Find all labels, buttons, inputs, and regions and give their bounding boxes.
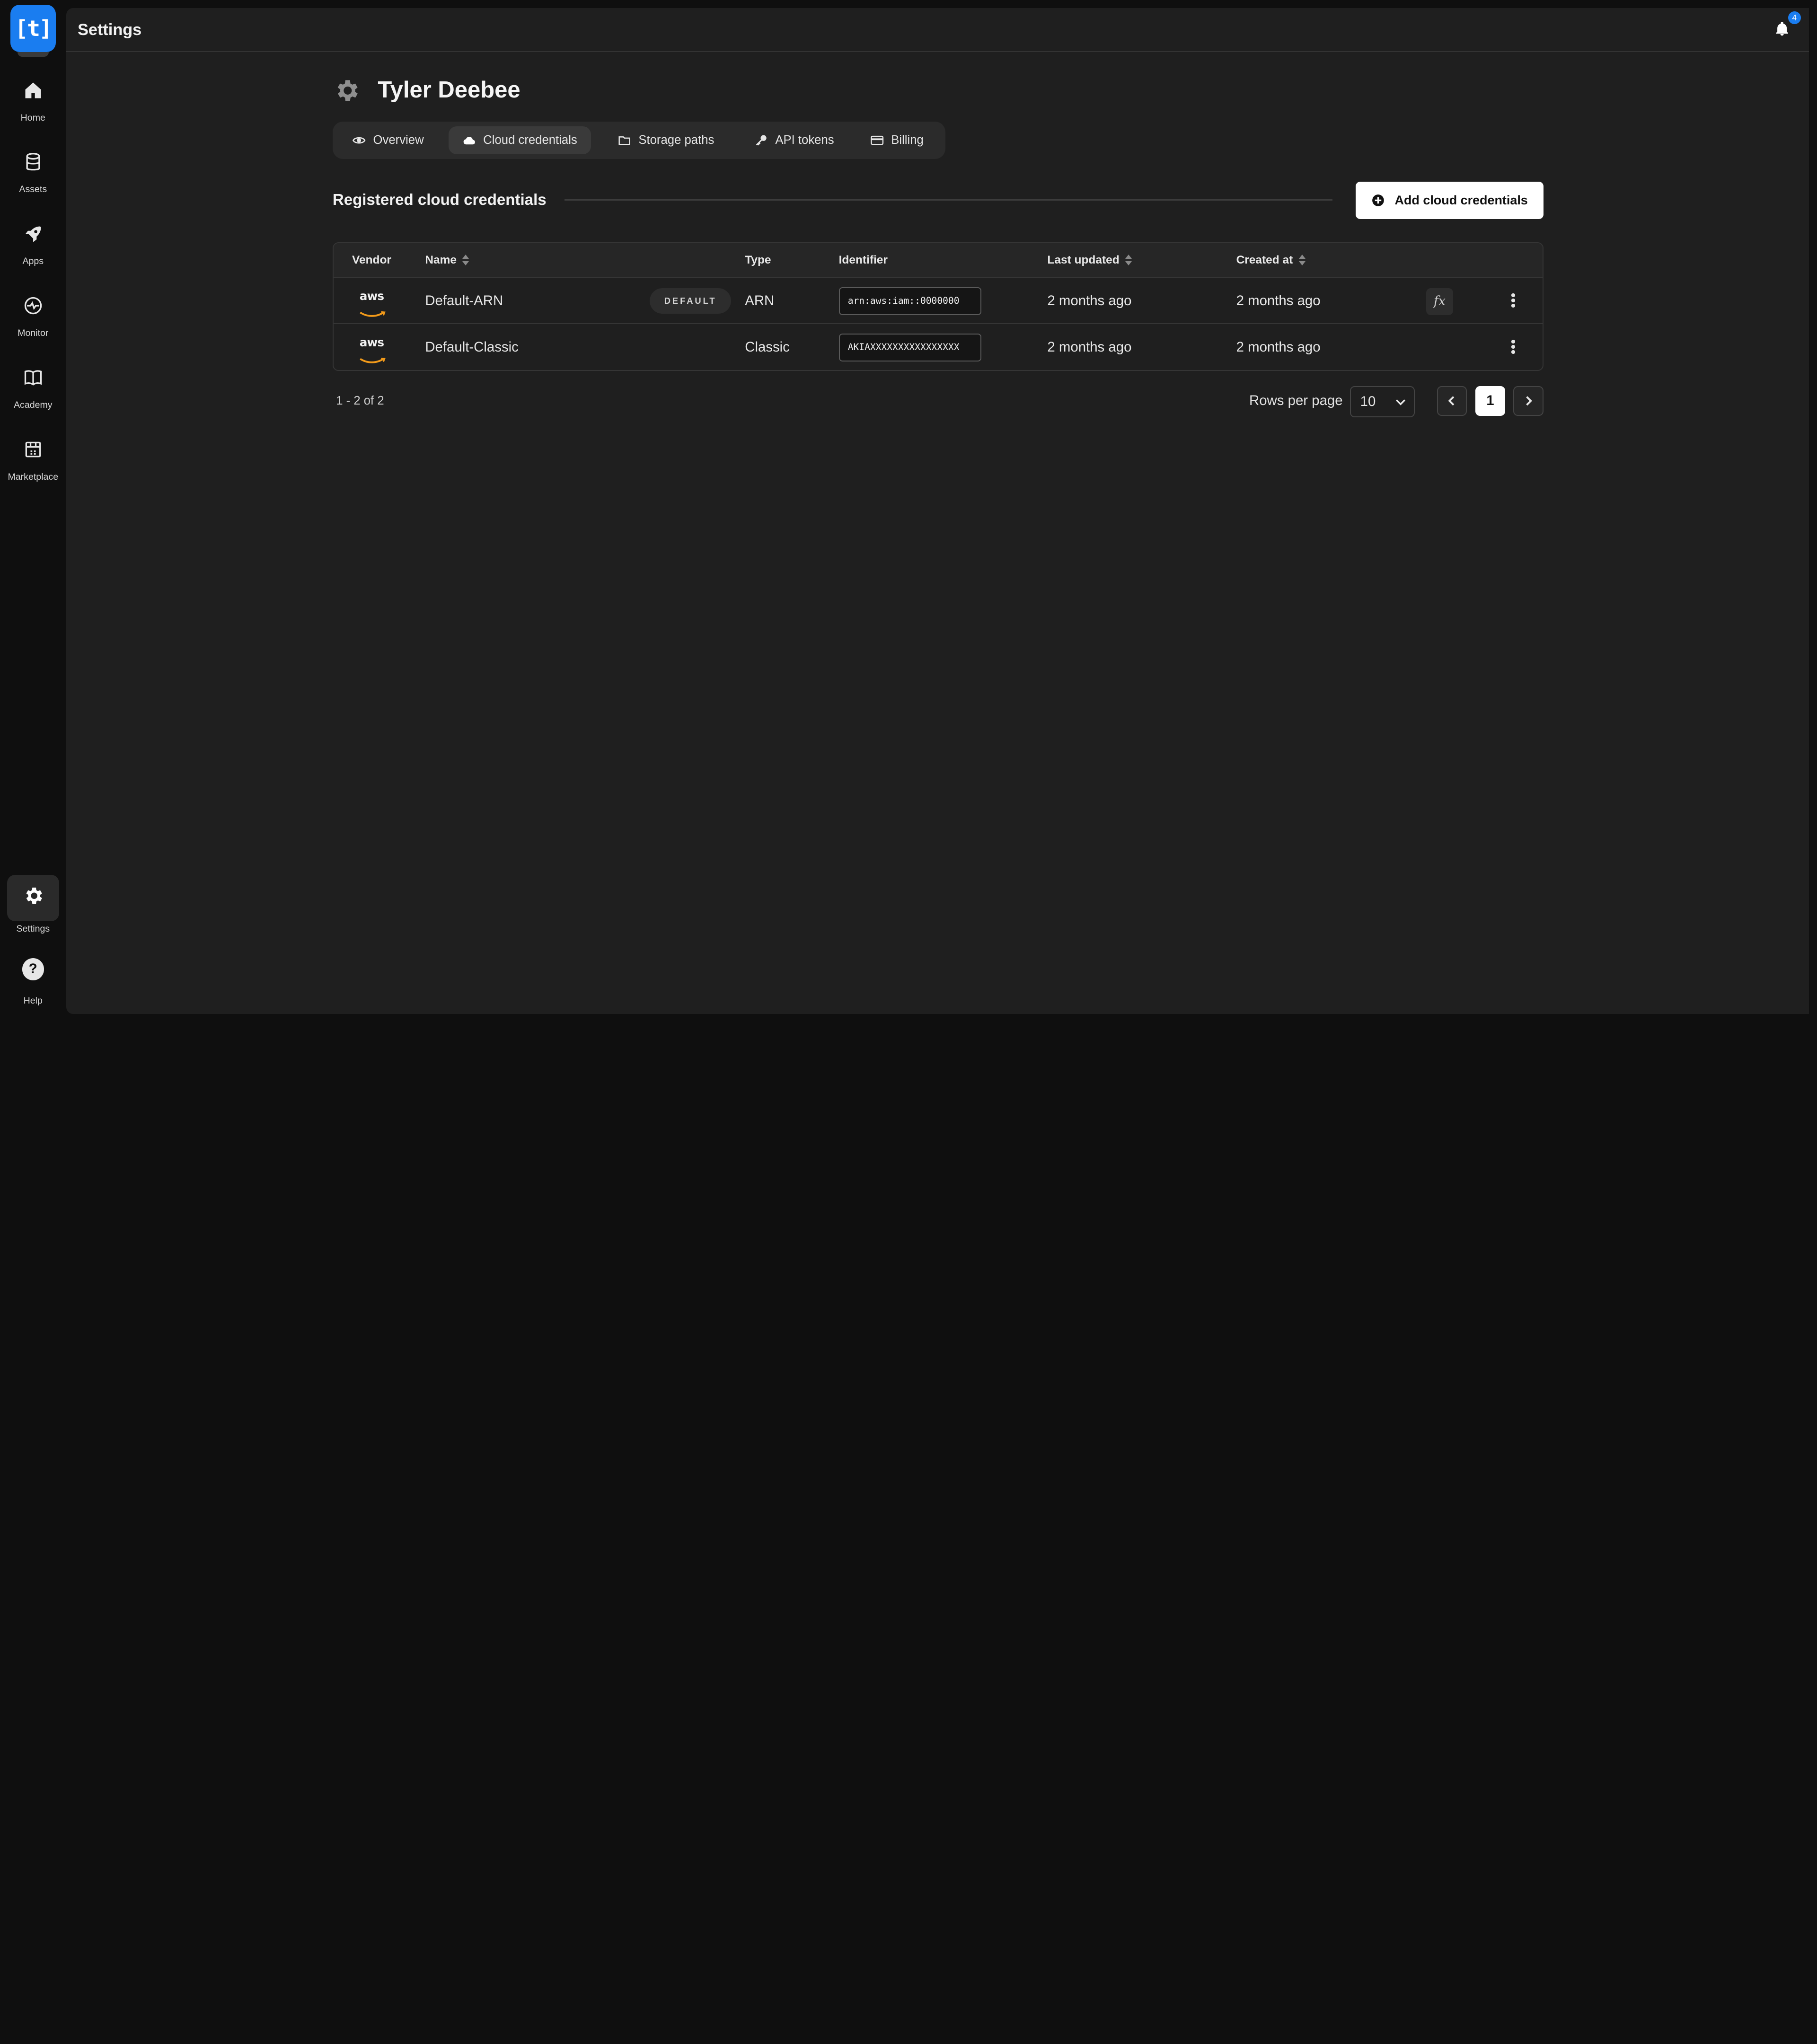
previous-page-button[interactable] [1437,386,1467,416]
credential-identifier[interactable]: arn:aws:iam::0000000 [838,287,981,315]
tab-billing-label: Billing [891,133,924,147]
sort-icon [1298,254,1306,266]
nav-label-help: Help [23,995,43,1006]
folder-icon [618,136,631,145]
section-divider [564,199,1333,201]
tab-overview[interactable]: Overview [338,126,438,154]
notifications-bell-icon[interactable] [1774,21,1792,39]
gear-icon [22,885,44,912]
table-row[interactable]: aws Default-ARN DEFAULT ARN arn:aws:iam:… [333,278,1543,325]
aws-logo-icon: aws [357,290,387,317]
tab-api-tokens-label: API tokens [775,133,834,147]
credential-name: Default-ARN [425,293,503,309]
rocket-icon [20,221,46,247]
tab-storage-paths-label: Storage paths [638,133,714,147]
chevron-right-icon [1526,396,1532,406]
card-icon [871,135,884,145]
row-menu-icon[interactable] [1508,338,1518,357]
rows-per-page-value: 10 [1360,393,1376,409]
help-icon[interactable]: ? [22,958,44,980]
nav-item-home[interactable]: Home [0,74,66,139]
add-cloud-credentials-button[interactable]: Add cloud credentials [1356,182,1544,219]
nav-label-monitor: Monitor [18,328,49,339]
nav-label-academy: Academy [13,399,53,410]
tab-cloud-credentials[interactable]: Cloud credentials [448,126,591,154]
profile-name: Tyler Deebee [378,77,520,103]
notification-count-badge: 4 [1788,11,1801,25]
column-header-vendor: Vendor [352,253,391,266]
next-page-button[interactable] [1513,386,1544,416]
page-title: Settings [78,21,142,39]
nav-item-academy[interactable]: Academy [0,361,66,426]
credentials-table: Vendor Name Type Identifier Last updated… [332,242,1544,371]
nav-label-home: Home [20,112,45,123]
settings-tabs: Overview Cloud credentials Storage paths… [332,122,946,159]
nav-item-settings[interactable] [7,874,59,921]
book-icon [20,365,46,390]
credential-name: Default-Classic [425,339,519,355]
top-bar: Settings 4 [66,8,1809,53]
key-icon [756,135,767,146]
credential-identifier[interactable]: AKIAXXXXXXXXXXXXXXXX [838,333,981,361]
tab-overview-label: Overview [373,133,424,147]
app-logo[interactable]: [t] [10,4,56,53]
rows-per-page-label: Rows per page [1249,393,1343,409]
tab-api-tokens[interactable]: API tokens [741,126,848,154]
created-at: 2 months ago [1236,293,1321,309]
column-header-type: Type [745,253,771,266]
app-root: [t] Home Assets Apps Monitor Academy Mar… [0,0,1817,1022]
pulse-icon [20,293,46,319]
pagination-range: 1 - 2 of 2 [336,394,384,407]
rows-per-page-select[interactable]: 10 [1350,386,1415,417]
tab-storage-paths[interactable]: Storage paths [604,126,728,154]
sort-icon [1125,254,1132,266]
table-row[interactable]: aws Default-Classic Classic AKIAXXXXXXXX… [334,324,1543,370]
home-icon [20,78,46,103]
store-icon [20,437,46,462]
eye-icon [353,137,366,144]
profile-settings-icon [333,77,361,105]
row-menu-icon[interactable] [1508,292,1518,310]
column-header-last-updated[interactable]: Last updated [1047,254,1132,267]
aws-logo-icon: aws [357,336,387,363]
table-header: Vendor Name Type Identifier Last updated… [333,243,1543,278]
sort-icon [462,254,469,266]
logo-underline [17,52,49,57]
database-icon [20,150,46,175]
chevron-down-icon [1395,399,1406,405]
created-at: 2 months ago [1236,339,1321,355]
chevron-left-icon [1448,396,1455,406]
tab-cloud-credentials-label: Cloud credentials [483,133,577,147]
credential-type: Classic [745,339,790,355]
nav-label-apps: Apps [22,256,44,267]
page-button-current[interactable]: 1 [1475,386,1506,416]
nav-item-monitor[interactable]: Monitor [0,290,66,354]
section-title: Registered cloud credentials [332,191,547,209]
sidebar: [t] Home Assets Apps Monitor Academy Mar… [0,0,66,1022]
plus-circle-icon [1372,194,1384,207]
main-panel: Settings 4 Tyler Deebee Overview Cloud c… [66,8,1809,1014]
nav-item-marketplace[interactable]: Marketplace [0,433,66,498]
nav-item-apps[interactable]: Apps [0,218,66,282]
logo-text: [t] [15,15,52,41]
nav-label-settings: Settings [16,923,50,934]
add-cloud-credentials-label: Add cloud credentials [1394,193,1528,208]
column-header-name[interactable]: Name [425,254,469,267]
last-updated: 2 months ago [1047,293,1132,309]
tab-billing[interactable]: Billing [856,126,937,154]
credential-type: ARN [745,293,775,309]
function-icon[interactable]: fx [1426,288,1453,315]
nav-item-assets[interactable]: Assets [0,146,66,211]
nav-label-marketplace: Marketplace [8,471,59,482]
cloud-icon [463,136,476,144]
last-updated: 2 months ago [1047,339,1132,355]
default-badge: DEFAULT [650,288,731,314]
column-header-created-at[interactable]: Created at [1236,254,1306,267]
column-header-identifier: Identifier [838,253,888,266]
nav-label-assets: Assets [19,184,47,195]
